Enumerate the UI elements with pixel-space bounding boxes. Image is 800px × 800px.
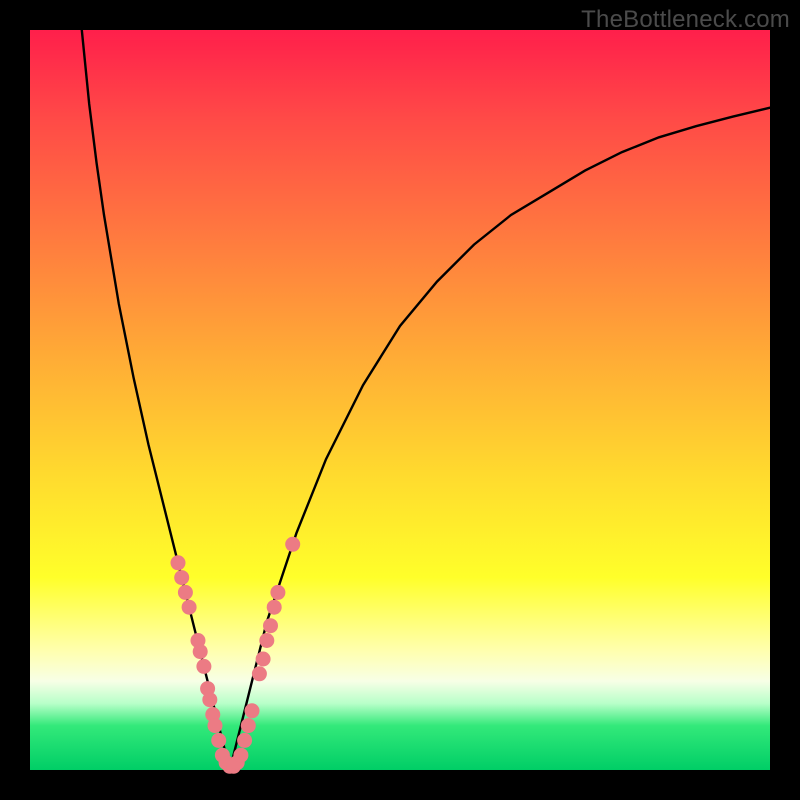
data-marker [252,666,267,681]
data-marker [241,718,256,733]
chart-frame: TheBottleneck.com [0,0,800,800]
data-marker [182,600,197,615]
data-marker [202,692,217,707]
data-marker [211,733,226,748]
data-marker [237,733,252,748]
plot-gradient-area [30,30,770,770]
data-marker [256,652,271,667]
marker-group [171,537,301,774]
bottleneck-chart-svg [30,30,770,770]
data-marker [263,618,278,633]
data-marker [196,659,211,674]
data-marker [193,644,208,659]
data-marker [245,703,260,718]
data-marker [270,585,285,600]
data-marker [233,748,248,763]
curve-right-path [230,108,770,770]
data-marker [259,633,274,648]
data-marker [178,585,193,600]
curve-left-path [82,30,230,770]
data-marker [285,537,300,552]
data-marker [174,570,189,585]
curve-group [82,30,770,770]
watermark-text: TheBottleneck.com [581,6,790,34]
data-marker [267,600,282,615]
data-marker [208,718,223,733]
data-marker [171,555,186,570]
